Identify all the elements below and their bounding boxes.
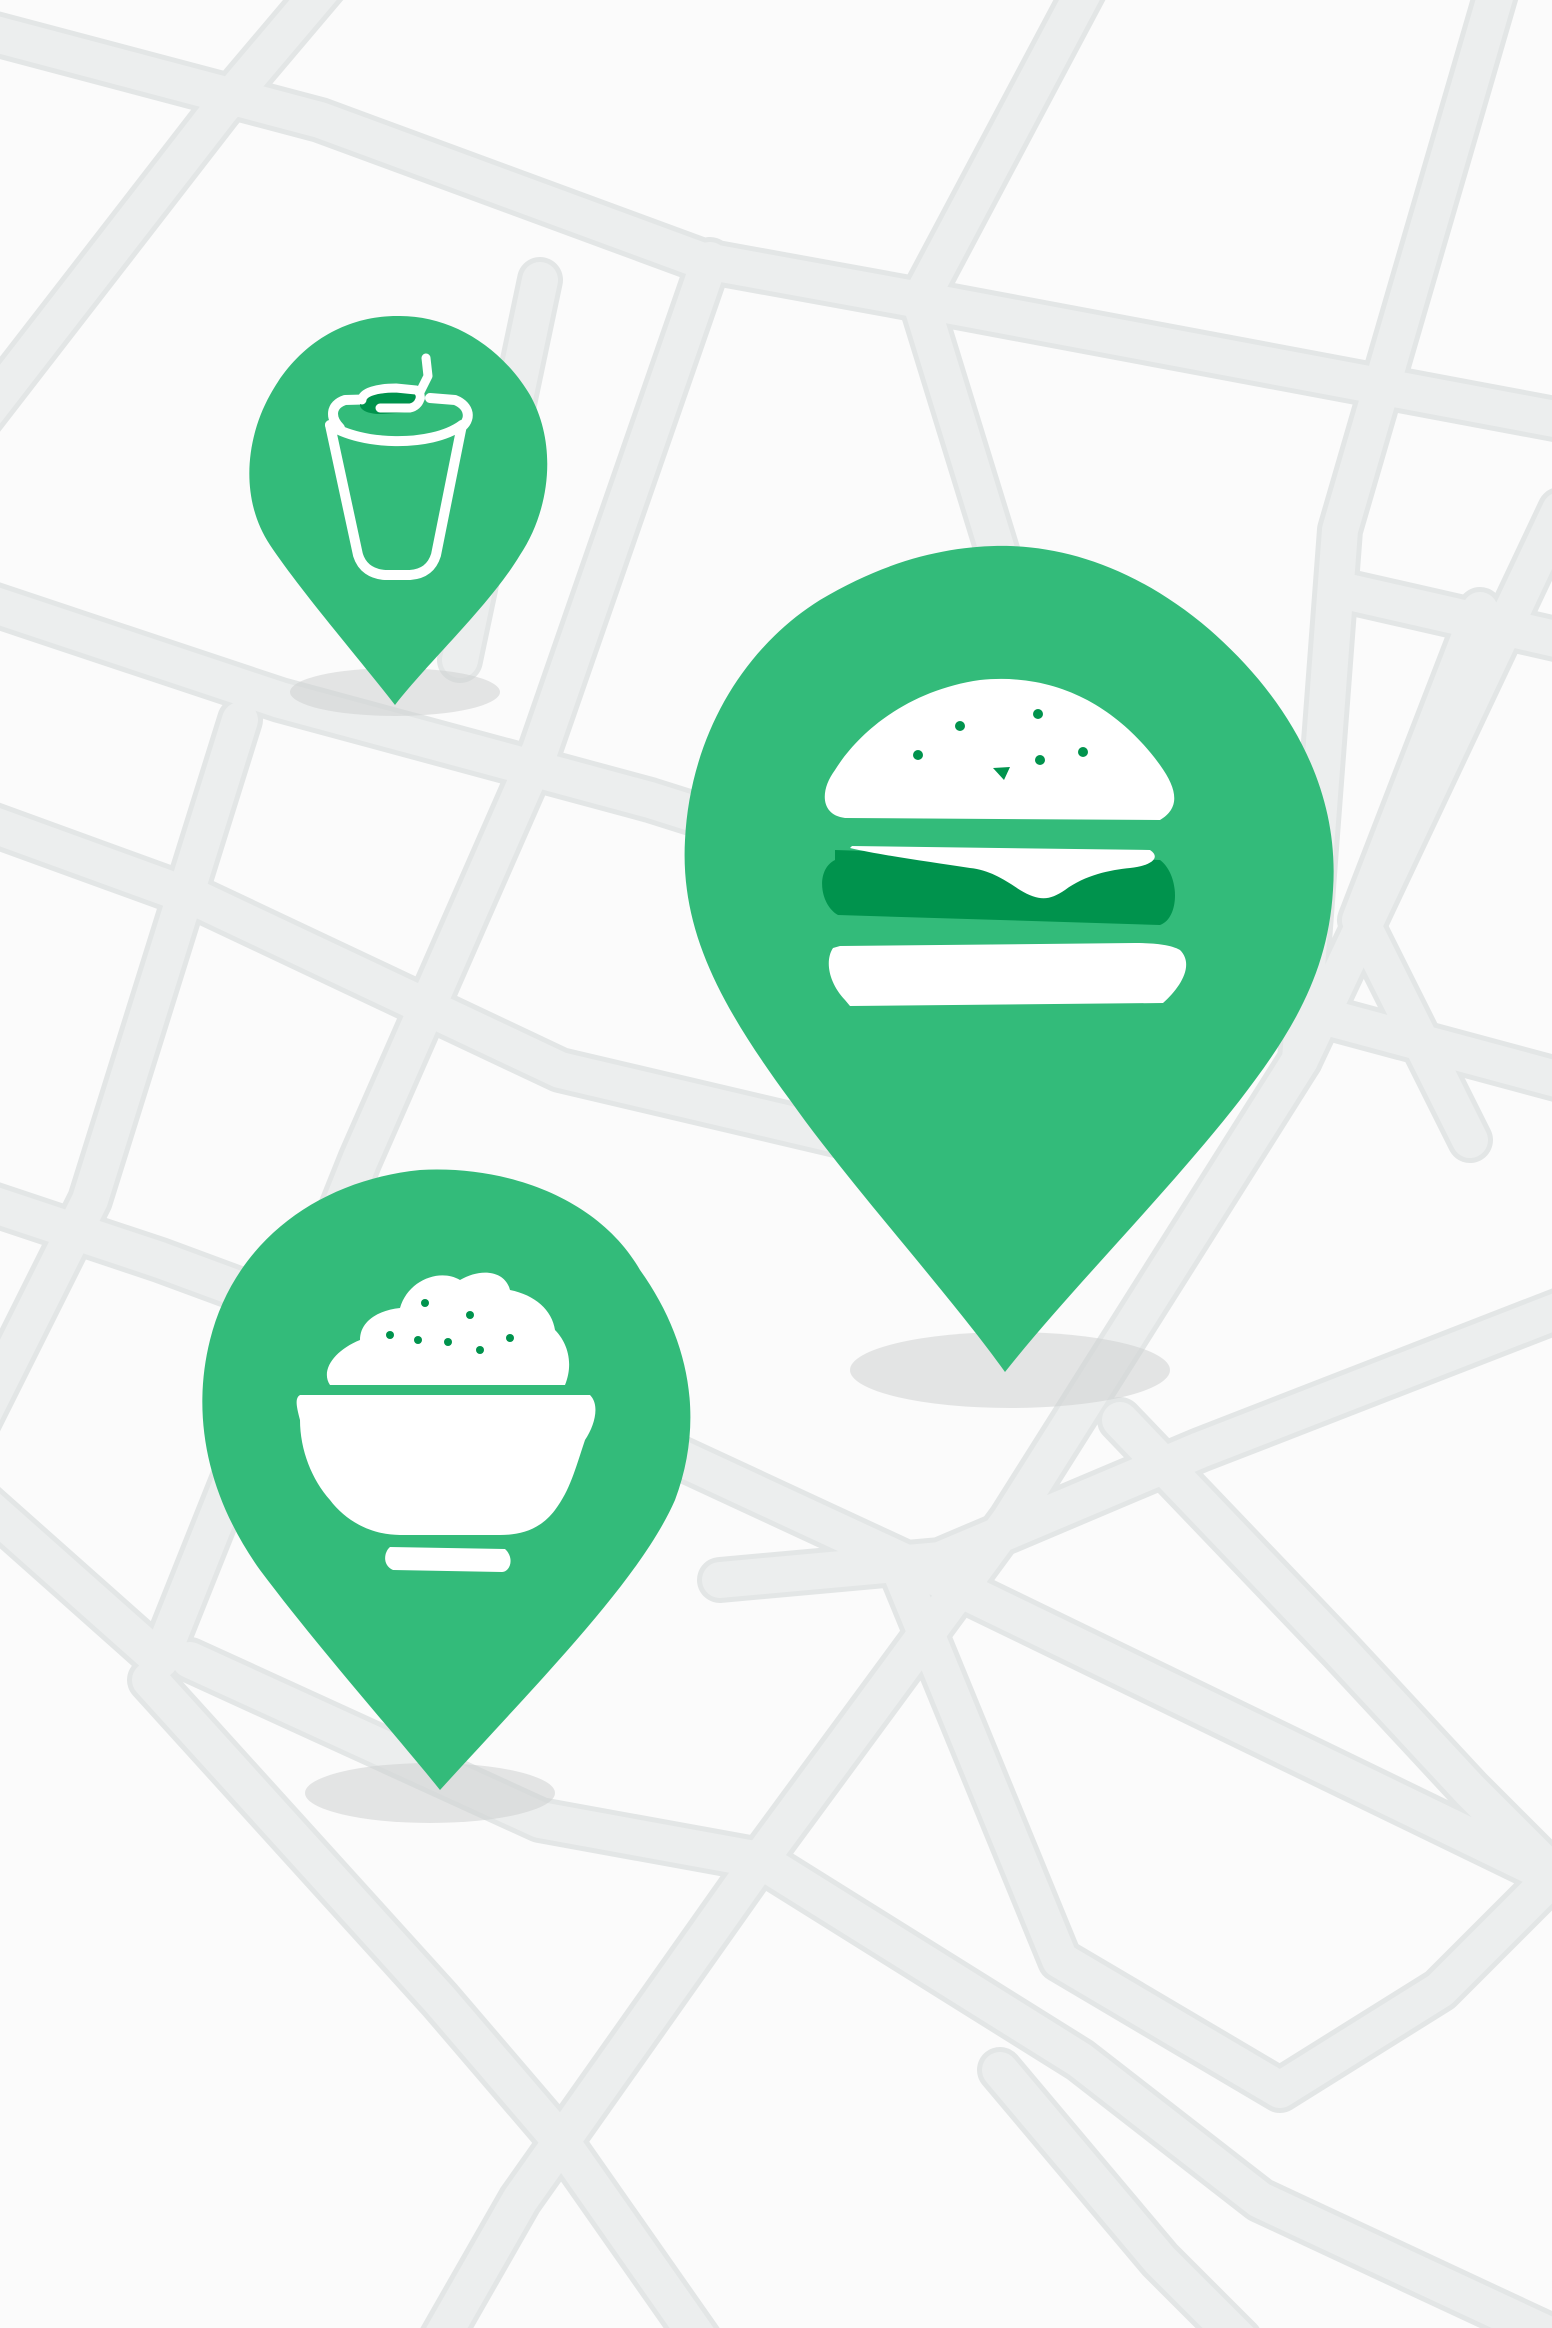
marker-pin [249, 315, 548, 705]
road-network [0, 0, 1552, 2328]
map-marker-drink[interactable] [249, 315, 548, 716]
map-marker-rice[interactable] [202, 1169, 691, 1823]
map-canvas[interactable] [0, 0, 1552, 2328]
map-marker-burger[interactable] [684, 545, 1334, 1408]
